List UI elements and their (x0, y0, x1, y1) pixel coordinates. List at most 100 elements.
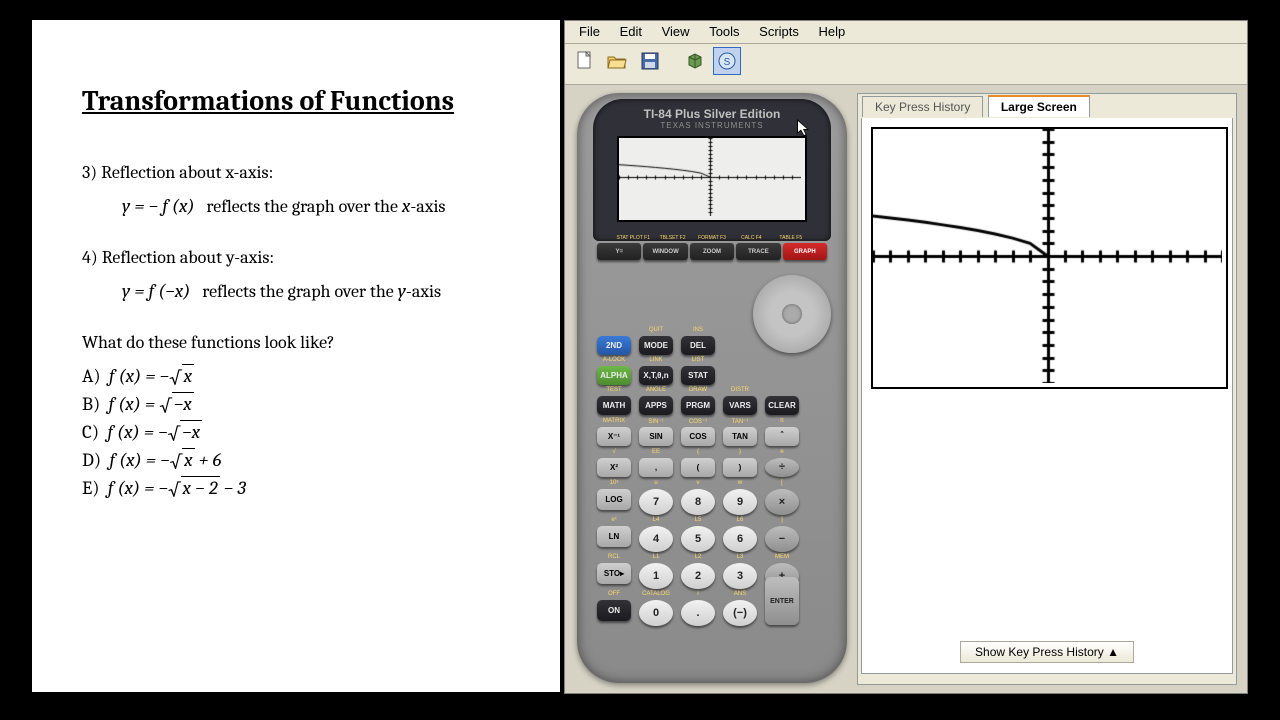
key-div[interactable]: ÷ (765, 458, 799, 477)
key-math-label: TEST (594, 387, 634, 393)
key-log-label: 10ˣ (594, 480, 634, 486)
key-ln[interactable]: LN (597, 526, 631, 547)
key-8[interactable]: 8 (681, 489, 715, 515)
key-0[interactable]: 0 (639, 600, 673, 626)
key-5[interactable]: 5 (681, 526, 715, 552)
key-prgm[interactable]: PRGM (681, 396, 715, 415)
key-on[interactable]: ON (597, 600, 631, 621)
emulator-window: File Edit View Tools Scripts Help S TI-8… (564, 20, 1248, 694)
item-3: 3) Reflection about x-axis: y = − f (x) … (82, 157, 510, 224)
key-enter[interactable]: ENTER (765, 577, 799, 625)
calc-brand: TI-84 Plus Silver Edition (603, 107, 821, 121)
key-4-label: L4 (636, 517, 676, 523)
key-zoom[interactable]: ZOOM (690, 243, 734, 260)
large-screen-graph (871, 127, 1228, 389)
key-clear[interactable]: CLEAR (765, 396, 799, 415)
menu-scripts[interactable]: Scripts (751, 21, 807, 42)
key-tan-label: TAN⁻¹ (720, 418, 760, 425)
option-C: C) f (x) = −√−x (82, 421, 510, 443)
key-0-label: CATALOG (636, 591, 676, 597)
notes-pane: Transformations of Functions 3) Reflecti… (32, 20, 560, 692)
key-dot[interactable]: . (681, 600, 715, 626)
key-xinv[interactable]: X⁻¹ (597, 427, 631, 446)
show-key-history-button[interactable]: Show Key Press History ▲ (960, 641, 1134, 663)
new-doc-icon[interactable] (571, 47, 599, 75)
key-comma[interactable]: , (639, 458, 673, 477)
key-pow[interactable]: ＾ (765, 427, 799, 446)
calc-3d-icon[interactable] (681, 47, 709, 75)
key-6-label: L6 (720, 517, 760, 523)
key-mode-label: QUIT (636, 327, 676, 333)
key-2nd[interactable]: 2ND (597, 336, 631, 355)
key-6[interactable]: 6 (723, 526, 757, 552)
key-y-equals[interactable]: Y= (597, 243, 641, 260)
option-E: E) f (x) = −√x − 2 − 3 (82, 477, 510, 499)
page-title: Transformations of Functions (82, 85, 510, 117)
key-8-label: v (678, 480, 718, 486)
key-pow-label: π (762, 418, 802, 424)
key-sin[interactable]: SIN (639, 427, 673, 446)
key-del[interactable]: DEL (681, 336, 715, 355)
key-sin-label: SIN⁻¹ (636, 418, 676, 425)
options-list: A) f (x) = −√x B) f (x) = √−x C) f (x) =… (82, 365, 510, 499)
key-1[interactable]: 1 (639, 563, 673, 589)
tab-large-screen[interactable]: Large Screen (988, 95, 1090, 117)
key-9[interactable]: 9 (723, 489, 757, 515)
option-B: B) f (x) = √−x (82, 393, 510, 415)
key-xinv-label: MATRIX (594, 418, 634, 424)
key-sub[interactable]: − (765, 526, 799, 552)
tab-key-history[interactable]: Key Press History (862, 96, 983, 117)
menu-file[interactable]: File (571, 21, 608, 42)
key-mul[interactable]: × (765, 489, 799, 515)
key-3[interactable]: 3 (723, 563, 757, 589)
key-7[interactable]: 7 (639, 489, 673, 515)
key-sub-label: ] (762, 517, 802, 523)
key-mode[interactable]: MODE (639, 336, 673, 355)
key-lparen[interactable]: ( (681, 458, 715, 477)
key-cos-label: COS⁻¹ (678, 418, 718, 425)
key-rparen[interactable]: ) (723, 458, 757, 477)
key-apps[interactable]: APPS (639, 396, 673, 415)
menu-help[interactable]: Help (811, 21, 854, 42)
toolbar: S (565, 44, 1247, 85)
key-math[interactable]: MATH (597, 396, 631, 415)
key-tan[interactable]: TAN (723, 427, 757, 446)
side-panel: Key Press History Large Screen Show Key … (857, 93, 1237, 685)
option-A: A) f (x) = −√x (82, 365, 510, 387)
key-vars[interactable]: VARS (723, 396, 757, 415)
key-rparen-label: } (720, 449, 760, 455)
key-del-label: INS (678, 327, 718, 333)
key-9-label: w (720, 480, 760, 486)
key-var[interactable]: X,T,θ,n (639, 366, 673, 385)
key-stat[interactable]: STAT (681, 366, 715, 385)
key-dot-label: i (678, 591, 718, 597)
key-neg-label: ANS (720, 591, 760, 597)
key-cos[interactable]: COS (681, 427, 715, 446)
open-icon[interactable] (603, 47, 631, 75)
calc-sub: TEXAS INSTRUMENTS (603, 121, 821, 130)
key-trace[interactable]: TRACE (736, 243, 780, 260)
key-neg[interactable]: (−) (723, 600, 757, 626)
key-mul-label: [ (762, 480, 802, 486)
menu-tools[interactable]: Tools (701, 21, 747, 42)
save-icon[interactable] (636, 47, 664, 75)
item-4: 4) Reflection about y-axis: y = f (−x) r… (82, 242, 510, 309)
svg-text:S: S (724, 57, 731, 68)
menu-edit[interactable]: Edit (612, 21, 650, 42)
key-alpha[interactable]: ALPHA (597, 366, 631, 385)
question: What do these functions look like? (82, 327, 510, 359)
key-var-label: LINK (636, 357, 676, 363)
key-sq-label: √ (594, 449, 634, 455)
menu-view[interactable]: View (654, 21, 698, 42)
key-sq[interactable]: X² (597, 458, 631, 477)
calc-screen (617, 136, 807, 222)
key-log[interactable]: LOG (597, 489, 631, 510)
screenshot-icon[interactable]: S (713, 47, 741, 75)
key-2[interactable]: 2 (681, 563, 715, 589)
key-1-label: L1 (636, 554, 676, 560)
key-graph[interactable]: GRAPH (783, 243, 827, 260)
key-prgm-label: DRAW (678, 387, 718, 393)
key-window[interactable]: WINDOW (643, 243, 687, 260)
key-sto[interactable]: STO▸ (597, 563, 631, 584)
key-4[interactable]: 4 (639, 526, 673, 552)
